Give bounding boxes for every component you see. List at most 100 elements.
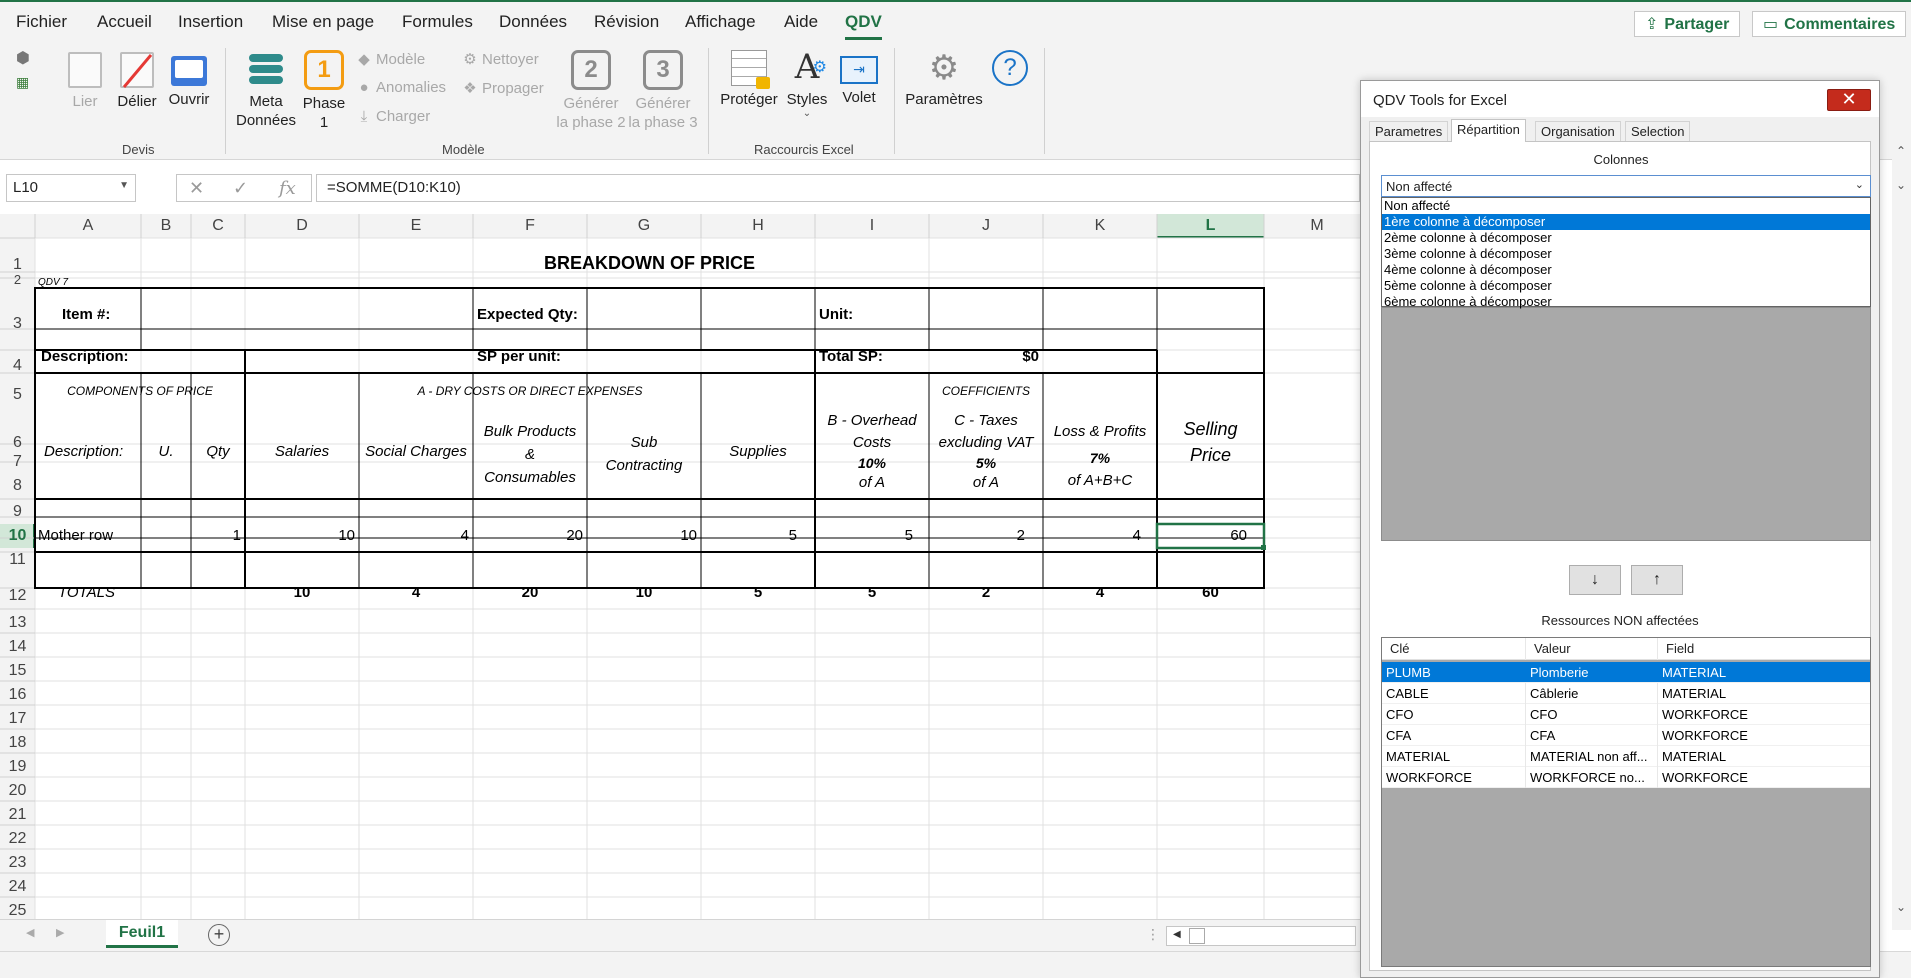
panel-title-bar[interactable]: QDV Tools for Excel ✕ — [1361, 81, 1879, 117]
chart-small-icon[interactable]: ▦ — [16, 74, 29, 91]
tab-parametres[interactable]: Parametres — [1369, 121, 1449, 141]
total-selling-price[interactable]: 60 — [1157, 584, 1264, 601]
col-supplies-header[interactable]: Supplies — [701, 443, 815, 460]
row-header-16[interactable]: 16 — [0, 686, 35, 704]
cancel-icon[interactable]: ✕ — [189, 178, 204, 199]
row-header-3[interactable]: 3 — [0, 315, 35, 333]
components-of-price-header[interactable]: COMPONENTS OF PRICE — [35, 384, 245, 398]
list-item[interactable]: MATERIAL MATERIAL non aff... MATERIAL — [1382, 746, 1870, 767]
option-colonne-5[interactable]: 5ème colonne à décomposer — [1382, 278, 1870, 294]
list-item[interactable]: CFA CFA WORKFORCE — [1382, 725, 1870, 746]
row-header-20[interactable]: 20 — [0, 782, 35, 800]
comments-button[interactable]: ▭ Commentaires — [1752, 11, 1907, 37]
formula-input[interactable]: =SOMME(D10:K10) — [316, 174, 1360, 202]
name-box[interactable]: L10 ▼ — [6, 174, 136, 202]
row-header-19[interactable]: 19 — [0, 758, 35, 776]
delier-button[interactable]: Délier — [116, 52, 158, 111]
option-colonne-2[interactable]: 2ème colonne à décomposer — [1382, 230, 1870, 246]
cube-icon[interactable]: ⬢ — [16, 48, 30, 68]
column-header-e[interactable]: E — [359, 214, 473, 238]
cell-f10[interactable]: 20 — [473, 527, 583, 544]
row-header-14[interactable]: 14 — [0, 638, 35, 656]
tab-repartition[interactable]: Répartition — [1451, 119, 1526, 142]
row-header-12[interactable]: 12 — [0, 587, 35, 605]
tab-aide[interactable]: Aide — [784, 12, 818, 32]
selling-price-header[interactable]: Selling Price — [1157, 416, 1264, 468]
sheet-title[interactable]: BREAKDOWN OF PRICE — [35, 253, 1264, 274]
row-header-11[interactable]: 11 — [0, 551, 35, 569]
col-qty-header[interactable]: Qty — [191, 443, 245, 460]
row-header-22[interactable]: 22 — [0, 830, 35, 848]
row-header-15[interactable]: 15 — [0, 662, 35, 680]
cell-c10[interactable]: 1 — [191, 527, 241, 544]
prev-sheet-icon[interactable]: ◀ — [26, 926, 34, 939]
chevron-down-icon[interactable]: ⌄ — [1855, 178, 1864, 191]
list-item[interactable]: CFO CFO WORKFORCE — [1382, 704, 1870, 725]
row-header-2[interactable]: 2 — [0, 272, 35, 287]
cell-j10[interactable]: 2 — [929, 527, 1025, 544]
row-header-23[interactable]: 23 — [0, 854, 35, 872]
tab-selection[interactable]: Selection — [1625, 121, 1691, 141]
parametres-button[interactable]: ⚙ Paramètres — [904, 50, 984, 109]
tab-qdv[interactable]: QDV — [845, 12, 882, 40]
list-item[interactable]: PLUMB Plomberie MATERIAL — [1382, 662, 1870, 683]
tab-formules[interactable]: Formules — [402, 12, 473, 32]
anomalies-button[interactable]: ● Anomalies — [356, 79, 446, 96]
row-header-25[interactable]: 25 — [0, 902, 35, 919]
col-description-header[interactable]: Description: — [44, 443, 123, 460]
propager-button[interactable]: ❖ Propager — [462, 79, 543, 97]
total-sp-value[interactable]: $0 — [929, 348, 1039, 365]
colonnes-select[interactable]: Non affecté ⌄ — [1381, 175, 1871, 197]
total-bulk-products[interactable]: 20 — [473, 584, 587, 601]
total-salaries[interactable]: 10 — [245, 584, 359, 601]
tab-fichier[interactable]: Fichier — [16, 12, 67, 32]
row-header-9[interactable]: 9 — [0, 503, 35, 521]
dry-costs-header[interactable]: A - DRY COSTS OR DIRECT EXPENSES — [245, 384, 815, 398]
total-supplies[interactable]: 5 — [701, 584, 815, 601]
cell-k10[interactable]: 4 — [1043, 527, 1141, 544]
nettoyer-button[interactable]: ⚙ Nettoyer — [462, 50, 538, 68]
more-options-icon[interactable]: ⋮ — [1146, 926, 1160, 943]
generer-phase-2-button[interactable]: 2 Générer la phase 2 — [556, 50, 626, 132]
column-header-c[interactable]: C — [191, 214, 245, 238]
option-colonne-1[interactable]: 1ère colonne à décomposer — [1382, 214, 1870, 230]
scroll-up-icon[interactable]: ⌃ — [1896, 144, 1906, 158]
assigned-resources-list[interactable] — [1381, 307, 1871, 541]
item-number-label[interactable]: Item #: — [62, 306, 110, 323]
generer-phase-3-button[interactable]: 3 Générer la phase 3 — [628, 50, 698, 132]
scroll-down-icon[interactable]: ⌄ — [1896, 900, 1906, 914]
ouvrir-button[interactable]: Ouvrir — [166, 52, 212, 109]
row-header-6[interactable]: 6 — [0, 434, 35, 452]
total-overhead[interactable]: 5 — [815, 584, 929, 601]
row-header-21[interactable]: 21 — [0, 806, 35, 824]
lier-button[interactable]: Lier — [64, 52, 106, 111]
unassigned-resources-list[interactable]: Clé Valeur Field PLUMB Plomberie MATERIA… — [1381, 637, 1871, 967]
total-loss-profits[interactable]: 4 — [1043, 584, 1157, 601]
list-item[interactable]: CABLE Câblerie MATERIAL — [1382, 683, 1870, 704]
phase-1-button[interactable]: 1 Phase 1 — [302, 50, 346, 132]
cell-h10[interactable]: 5 — [701, 527, 797, 544]
column-header-f[interactable]: F — [473, 214, 587, 238]
cell-a10[interactable]: Mother row — [38, 527, 113, 544]
sp-per-unit-label[interactable]: SP per unit: — [477, 348, 561, 365]
col-unit-header[interactable]: U. — [141, 443, 191, 460]
coef-loss-profits-header[interactable]: Loss & Profits 7% of A+B+C — [1043, 421, 1157, 489]
column-header-j[interactable]: J — [929, 214, 1043, 238]
cell-g10[interactable]: 10 — [587, 527, 697, 544]
qdv-version-label[interactable]: QDV 7 — [38, 277, 68, 288]
add-sheet-button[interactable]: + — [208, 924, 230, 946]
option-colonne-3[interactable]: 3ème colonne à décomposer — [1382, 246, 1870, 262]
unit-label[interactable]: Unit: — [819, 306, 853, 323]
cell-i10[interactable]: 5 — [815, 527, 913, 544]
option-colonne-6[interactable]: 6ème colonne à décomposer — [1382, 294, 1870, 310]
worksheet-grid[interactable]: A B C D E F G H I J K L M 1 2 3 4 5 6 7 … — [0, 214, 1360, 919]
scroll-thumb[interactable] — [1189, 928, 1205, 944]
col-social-charges-header[interactable]: Social Charges — [359, 443, 473, 460]
sheet-tab-feuil1[interactable]: Feuil1 — [106, 920, 178, 948]
column-header-h[interactable]: H — [701, 214, 815, 238]
tab-mise-en-page[interactable]: Mise en page — [272, 12, 374, 32]
row-header-10[interactable]: 10 — [0, 527, 35, 545]
row-header-4[interactable]: 4 — [0, 357, 35, 375]
column-header-g[interactable]: G — [587, 214, 701, 238]
tab-organisation[interactable]: Organisation — [1535, 121, 1621, 141]
